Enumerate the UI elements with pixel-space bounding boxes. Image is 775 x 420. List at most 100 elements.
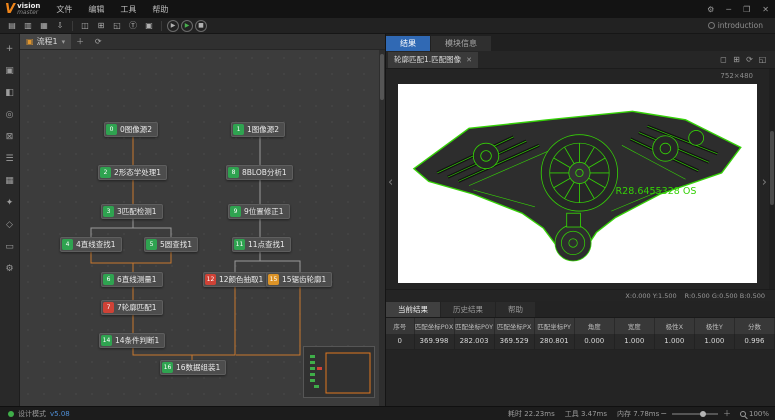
close-icon[interactable]: ✕ bbox=[466, 56, 472, 64]
mode-label: 设计模式 bbox=[18, 409, 46, 419]
table-cell: 369.998 bbox=[414, 334, 454, 349]
refresh-image-icon[interactable]: ⟳ bbox=[743, 54, 756, 66]
flow-node[interactable]: 66直线测量1 bbox=[101, 272, 163, 287]
zoom-out-button[interactable]: − bbox=[660, 409, 667, 418]
maximize-button[interactable]: ❐ bbox=[737, 0, 756, 18]
scrollbar-thumb[interactable] bbox=[770, 131, 774, 206]
zoom-in-button[interactable]: ＋ bbox=[723, 408, 731, 419]
menu-item-file[interactable]: 文件 bbox=[48, 0, 80, 18]
camera-manager-icon[interactable]: ◫ bbox=[78, 20, 92, 32]
flow-tab[interactable]: ▣ 流程1 ▾ bbox=[20, 34, 71, 49]
image-viewer[interactable]: 752×480 ‹ › bbox=[386, 69, 775, 289]
prev-image-arrow[interactable]: ‹ bbox=[388, 175, 393, 190]
flow-node[interactable]: 1414条件判断1 bbox=[99, 333, 165, 348]
table-header-cell: 序号 bbox=[386, 318, 414, 334]
shape-tool-icon[interactable]: ◇ bbox=[2, 217, 18, 233]
flow-canvas[interactable]: ▣ 流程1 ▾ ＋ ⟳ 00图像源2 22形态学处理1 33匹配检测1 44直线查找1… bbox=[20, 34, 385, 406]
add-module-icon[interactable]: + bbox=[2, 41, 18, 57]
close-region-icon[interactable]: ⊠ bbox=[2, 129, 18, 145]
minimap[interactable] bbox=[303, 346, 375, 398]
menu-item-help[interactable]: 帮助 bbox=[144, 0, 176, 18]
export-solution-icon[interactable]: ⇩ bbox=[53, 20, 67, 32]
flow-node[interactable]: 1515锯齿轮廓1 bbox=[266, 272, 332, 287]
next-image-arrow[interactable]: › bbox=[762, 175, 767, 190]
node-module-icon: 11 bbox=[234, 239, 245, 250]
communication-icon[interactable]: ◱ bbox=[110, 20, 124, 32]
cursor-position: X:0.000 Y:1.500 bbox=[625, 292, 676, 300]
cursor-rgb: R:0.500 G:0.500 B:0.500 bbox=[685, 292, 765, 300]
viewer-vertical-scrollbar[interactable] bbox=[769, 69, 775, 289]
scrollbar-thumb[interactable] bbox=[380, 54, 384, 100]
node-module-icon: 3 bbox=[103, 206, 114, 217]
flow-node[interactable]: 33匹配检测1 bbox=[101, 204, 163, 219]
minimize-button[interactable]: ─ bbox=[720, 0, 737, 18]
zoom-slider-thumb[interactable] bbox=[700, 411, 706, 417]
rect-tool-icon[interactable]: ▭ bbox=[2, 239, 18, 255]
node-label: 2形态学处理1 bbox=[111, 167, 166, 178]
table-row[interactable]: 0369.998282.003369.529280.8010.0001.0001… bbox=[386, 334, 775, 349]
node-module-icon: 7 bbox=[103, 302, 114, 313]
result-view-tabs: 结果 模块信息 bbox=[386, 34, 775, 51]
flow-node[interactable]: 99位置修正1 bbox=[228, 204, 290, 219]
global-variable-icon[interactable]: Ⓣ bbox=[126, 20, 140, 32]
run-continuous-button[interactable]: ▶ bbox=[181, 20, 193, 32]
image-subtab[interactable]: 轮廓匹配1.匹配图像 ✕ bbox=[388, 52, 478, 68]
version-link[interactable]: v5.08 bbox=[50, 410, 70, 418]
fullscreen-icon[interactable]: ◱ bbox=[756, 54, 769, 66]
window-layout-icon[interactable]: ▣ bbox=[2, 63, 18, 79]
grid-icon[interactable]: ▦ bbox=[2, 173, 18, 189]
settings-icon[interactable]: ⚙ bbox=[2, 261, 18, 277]
account-area[interactable]: introduction bbox=[708, 21, 771, 30]
flow-node[interactable]: 00图像源2 bbox=[104, 122, 158, 137]
app-logo: V vision master bbox=[0, 3, 48, 16]
actual-size-icon[interactable]: ⊞ bbox=[730, 54, 743, 66]
flow-node[interactable]: 22形态学处理1 bbox=[98, 165, 167, 180]
node-label: 6直线测量1 bbox=[114, 274, 162, 285]
flow-node[interactable]: 77轮廓匹配1 bbox=[101, 300, 163, 315]
status-bar: 设计模式 v5.08 耗时 22.23ms 工具 3.47ms 内存 7.78m… bbox=[0, 406, 775, 420]
image-subtab-label: 轮廓匹配1.匹配图像 bbox=[394, 54, 461, 65]
global-trigger-icon[interactable]: ⊞ bbox=[94, 20, 108, 32]
table-header-cell: 宽度 bbox=[614, 318, 654, 334]
node-label: 11点查找1 bbox=[245, 239, 290, 250]
flow-node[interactable]: 1212颜色抽取1 bbox=[203, 272, 269, 287]
flow-node[interactable]: 1111点查找1 bbox=[232, 237, 291, 252]
refresh-flow-button[interactable]: ⟳ bbox=[91, 36, 105, 48]
tab-help[interactable]: 帮助 bbox=[496, 302, 535, 317]
canvas-vertical-scrollbar[interactable] bbox=[379, 50, 385, 406]
menu-item-tools[interactable]: 工具 bbox=[112, 0, 144, 18]
open-solution-icon[interactable]: ▥ bbox=[21, 20, 35, 32]
zoom-slider[interactable] bbox=[672, 413, 718, 415]
table-header-cell: 匹配坐标P0Y bbox=[454, 318, 494, 334]
node-label: 14条件判断1 bbox=[112, 335, 164, 346]
split-view-icon[interactable]: ◧ bbox=[2, 85, 18, 101]
node-module-icon: 6 bbox=[103, 274, 114, 285]
settings-icon[interactable]: ⚙ bbox=[701, 0, 720, 18]
fit-window-icon[interactable]: ◻ bbox=[717, 54, 730, 66]
node-label: 8BLOB分析1 bbox=[239, 167, 292, 178]
list-icon[interactable]: ☰ bbox=[2, 151, 18, 167]
flow-node[interactable]: 1616数据组装1 bbox=[160, 360, 226, 375]
close-button[interactable]: ✕ bbox=[756, 0, 775, 18]
new-solution-icon[interactable]: ▤ bbox=[5, 20, 19, 32]
run-once-button[interactable]: ▶ bbox=[167, 20, 179, 32]
tab-history-result[interactable]: 历史结果 bbox=[441, 302, 495, 317]
flow-node[interactable]: 55圆查找1 bbox=[144, 237, 198, 252]
add-flow-button[interactable]: ＋ bbox=[73, 36, 87, 48]
tab-current-result[interactable]: 当前结果 bbox=[386, 302, 440, 317]
tab-result[interactable]: 结果 bbox=[386, 36, 430, 51]
menu-item-edit[interactable]: 编辑 bbox=[80, 0, 112, 18]
flow-node[interactable]: 11图像源2 bbox=[231, 122, 285, 137]
stat-total-time: 耗时 22.23ms bbox=[508, 409, 555, 419]
global-script-icon[interactable]: ▣ bbox=[142, 20, 156, 32]
table-header-cell: 匹配坐标PY bbox=[534, 318, 574, 334]
flow-node[interactable]: 44直线查找1 bbox=[60, 237, 122, 252]
save-solution-icon[interactable]: ▦ bbox=[37, 20, 51, 32]
stop-button[interactable]: ■ bbox=[195, 20, 207, 32]
inspection-image[interactable]: R28.6455328 OS bbox=[398, 84, 757, 283]
star-tool-icon[interactable]: ✦ bbox=[2, 195, 18, 211]
flow-node[interactable]: 88BLOB分析1 bbox=[226, 165, 293, 180]
tab-module-info[interactable]: 模块信息 bbox=[431, 36, 491, 51]
target-icon[interactable]: ◎ bbox=[2, 107, 18, 123]
logo-text-line2: master bbox=[17, 10, 40, 16]
